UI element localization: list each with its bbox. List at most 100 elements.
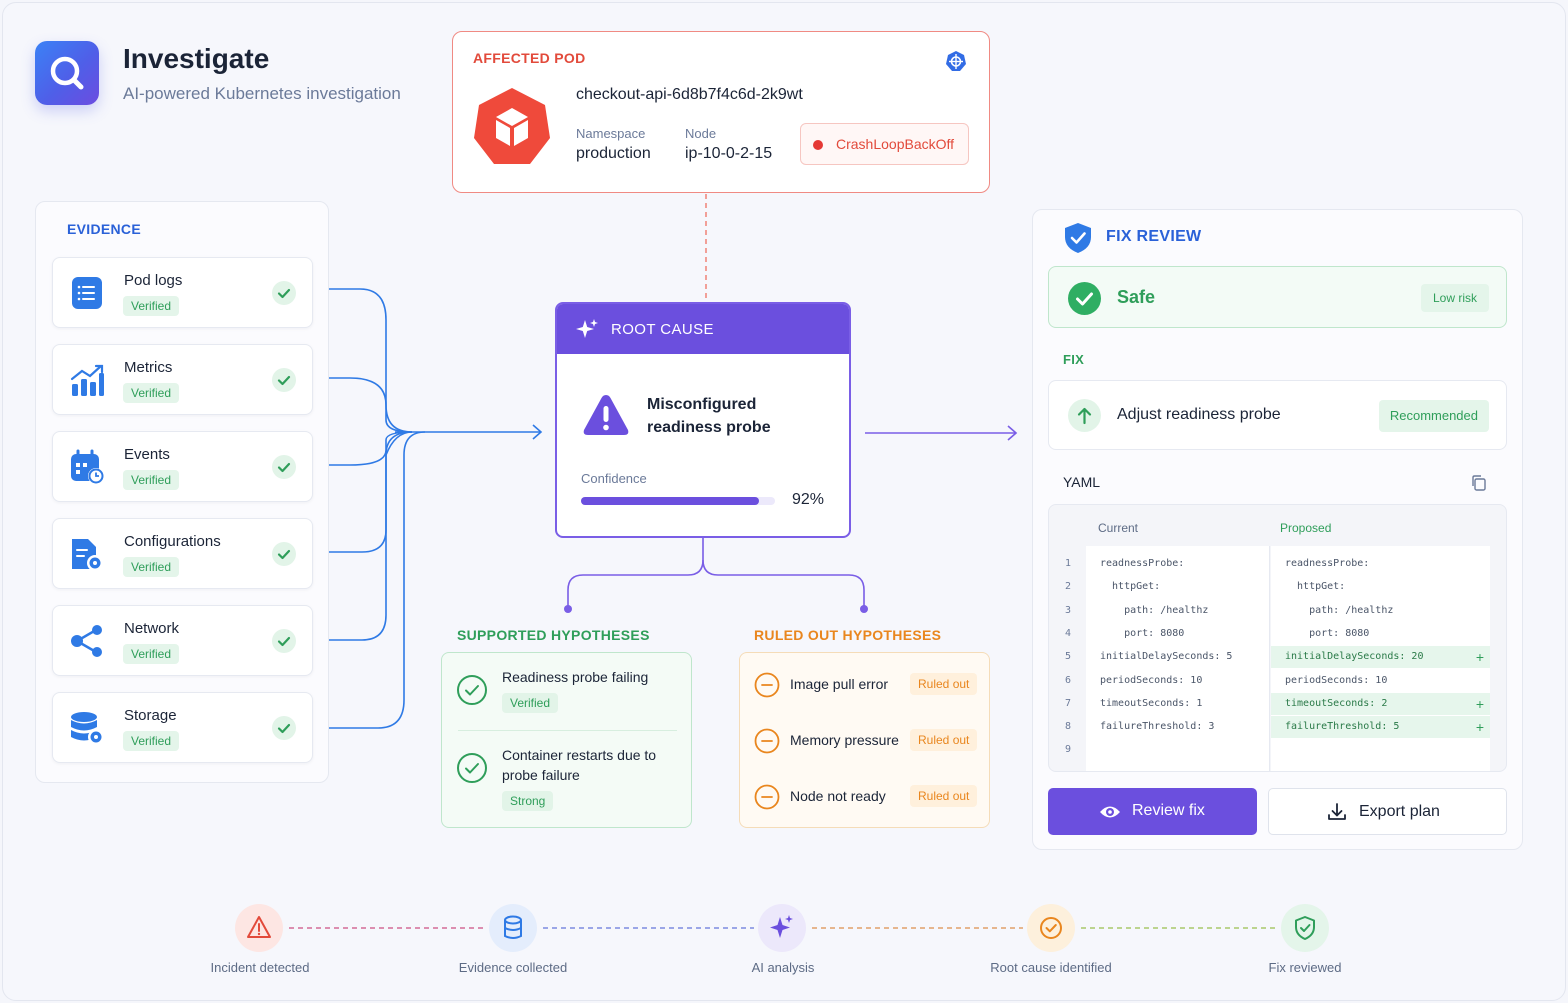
namespace-value: production	[576, 145, 651, 162]
yaml-line: initialDelaySeconds: 5	[1100, 651, 1233, 663]
verified-badge: Verified	[123, 296, 180, 316]
export-plan-button[interactable]: Export plan	[1268, 788, 1507, 835]
pod-status-badge: CrashLoopBackOff	[800, 123, 969, 165]
hypothesis-item[interactable]: Node not ready Ruled out	[740, 779, 989, 815]
check-circle-icon	[272, 368, 296, 392]
confidence-value: 92%	[792, 491, 825, 508]
line-numbers: 1 2 3 4 5 6 7 8 9	[1049, 553, 1085, 758]
timeline-step-fix-reviewed	[1281, 904, 1329, 952]
warning-icon	[583, 395, 629, 435]
fix-item[interactable]: Adjust readiness probe Recommended	[1048, 380, 1507, 450]
root-cause-card[interactable]: ROOT CAUSE Misconfigured readiness probe…	[555, 302, 851, 538]
evidence-item-events[interactable]: Events Verified	[52, 431, 313, 502]
check-circle-icon	[457, 675, 487, 705]
network-icon	[71, 625, 102, 657]
yaml-current-column: readnessProbe: httpGet: path: /healthz p…	[1086, 546, 1270, 771]
minus-circle-icon	[754, 672, 780, 698]
timeline-label: Incident detected	[210, 960, 310, 975]
hypothesis-title: Image pull error	[790, 676, 889, 692]
hypothesis-title: Container restarts due to probe failure	[502, 747, 657, 783]
line-number: 3	[1065, 604, 1072, 616]
review-fix-button[interactable]: Review fix	[1048, 788, 1257, 835]
evidence-title: Configurations	[124, 533, 221, 550]
affected-pod-card[interactable]: AFFECTED POD checkout-api-6d8b7f4c6d-2k9…	[452, 31, 990, 193]
evidence-item-metrics[interactable]: Metrics Verified	[52, 344, 313, 415]
proposed-column-label: Proposed	[1280, 521, 1332, 535]
check-circle-icon	[272, 281, 296, 305]
yaml-line: path: /healthz	[1285, 604, 1394, 616]
config-file-icon	[72, 539, 103, 571]
hypothesis-item[interactable]: Container restarts due to probe failure …	[442, 733, 691, 827]
kubernetes-icon	[946, 51, 966, 71]
namespace-label: Namespace	[576, 126, 646, 141]
evidence-title: Events	[124, 446, 170, 463]
hypothesis-title: Memory pressure	[790, 732, 899, 748]
evidence-title: Metrics	[124, 359, 173, 376]
evidence-item-network[interactable]: Network Verified	[52, 605, 313, 676]
ruled-out-badge: Ruled out	[910, 785, 978, 807]
verified-badge: Verified	[123, 470, 180, 490]
ruled-out-badge: Ruled out	[910, 729, 978, 751]
fix-review-label: FIX REVIEW	[1106, 228, 1202, 245]
evidence-item-storage[interactable]: Storage Verified	[52, 692, 313, 763]
line-number: 9	[1065, 744, 1072, 756]
verified-badge: Verified	[123, 383, 180, 403]
verified-badge: Verified	[123, 557, 180, 577]
minus-circle-icon	[754, 784, 780, 810]
verified-badge: Verified	[123, 731, 180, 751]
line-number: 7	[1065, 697, 1072, 709]
hypothesis-title: Readiness probe failing	[502, 669, 649, 685]
divider	[458, 730, 677, 731]
yaml-line: timeoutSeconds: 1	[1100, 697, 1203, 709]
evidence-item-configurations[interactable]: Configurations Verified	[52, 518, 313, 589]
added-line-marker: +	[1475, 695, 1484, 712]
yaml-line: periodSeconds: 10	[1285, 674, 1388, 686]
minus-circle-icon	[754, 728, 780, 754]
risk-badge: Low risk	[1420, 284, 1489, 312]
timeline-label: Fix reviewed	[1268, 960, 1342, 975]
yaml-line: path: /healthz	[1100, 604, 1209, 616]
ruled-out-hypotheses-card: Image pull error Ruled out Memory pressu…	[739, 652, 990, 828]
download-icon	[1328, 803, 1346, 820]
pod-status-text: CrashLoopBackOff	[836, 136, 955, 152]
safety-status: Safe Low risk	[1048, 266, 1507, 328]
yaml-label: YAML	[1063, 474, 1101, 490]
yaml-line	[1271, 739, 1490, 761]
fix-section-label: FIX	[1063, 352, 1085, 367]
ruled-out-badge: Ruled out	[910, 673, 978, 695]
evidence-panel: EVIDENCE Pod logs Verified Metrics Verif…	[35, 201, 329, 783]
yaml-line: httpGet:	[1100, 581, 1161, 593]
copy-icon[interactable]	[1470, 474, 1488, 492]
root-cause-title: Misconfigured readiness probe	[647, 396, 771, 436]
yaml-line: periodSeconds: 10	[1100, 674, 1203, 686]
timeline-label: Root cause identified	[990, 960, 1112, 975]
check-circle-icon	[272, 716, 296, 740]
hypothesis-item[interactable]: Memory pressure Ruled out	[740, 723, 989, 759]
supported-hypotheses-card: Readiness probe failing Verified Contain…	[441, 652, 692, 828]
yaml-line: port: 8080	[1285, 627, 1370, 639]
fix-title: Adjust readiness probe	[1117, 406, 1281, 423]
current-column-label: Current	[1098, 521, 1139, 535]
hypothesis-badge: Strong	[502, 791, 554, 811]
hypothesis-item[interactable]: Image pull error Ruled out	[740, 667, 989, 703]
line-number: 6	[1065, 674, 1072, 686]
check-circle-icon	[1068, 282, 1101, 315]
yaml-line: port: 8080	[1100, 627, 1185, 639]
shield-check-icon	[1065, 223, 1091, 253]
recommended-badge: Recommended	[1378, 400, 1489, 432]
yaml-line: failureThreshold: 3	[1100, 721, 1215, 733]
line-number: 5	[1065, 651, 1072, 663]
timeline-step-ai-analysis	[758, 904, 806, 952]
node-label: Node	[685, 126, 717, 141]
safety-label: Safe	[1117, 287, 1156, 307]
check-circle-icon	[272, 455, 296, 479]
evidence-title: Storage	[124, 707, 177, 724]
evidence-item-pod-logs[interactable]: Pod logs Verified	[52, 257, 313, 328]
line-number: 2	[1065, 581, 1072, 593]
sparkle-icon	[770, 915, 793, 938]
timeline-step-evidence	[489, 904, 537, 952]
sparkle-icon	[576, 319, 598, 338]
hypothesis-item[interactable]: Readiness probe failing Verified	[442, 653, 691, 731]
evidence-title: Network	[124, 620, 180, 637]
line-number: 4	[1065, 627, 1072, 639]
